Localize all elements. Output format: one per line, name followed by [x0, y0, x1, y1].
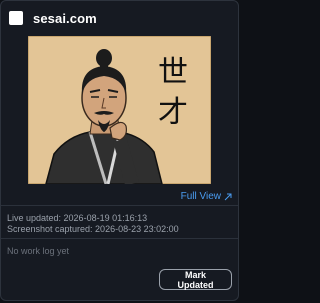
full-view-link[interactable]: Full View [181, 191, 232, 202]
site-card: sesai.com 世 才 Full View Live updated: 20… [0, 0, 239, 301]
live-updated-text: Live updated: 2026-08-19 01:16:13 [7, 213, 148, 223]
select-checkbox[interactable] [9, 11, 23, 25]
divider-top [1, 205, 238, 206]
divider-bottom [1, 238, 238, 239]
calligraphy-char-1: 世 [158, 55, 188, 90]
screenshot-captured-text: Screenshot captured: 2026-08-23 23:02:00 [7, 224, 179, 234]
screenshot-thumbnail[interactable]: 世 才 [28, 36, 211, 184]
portrait-illustration: 世 才 [28, 36, 211, 184]
site-title: sesai.com [33, 10, 97, 26]
card-header: sesai.com [9, 8, 97, 28]
full-view-label: Full View [180, 191, 221, 202]
external-arrow-icon [224, 193, 232, 200]
calligraphy-char-2: 才 [158, 95, 188, 130]
mark-updated-button[interactable]: Mark Updated [159, 269, 232, 290]
worklog-empty-text: No work log yet [7, 246, 70, 256]
